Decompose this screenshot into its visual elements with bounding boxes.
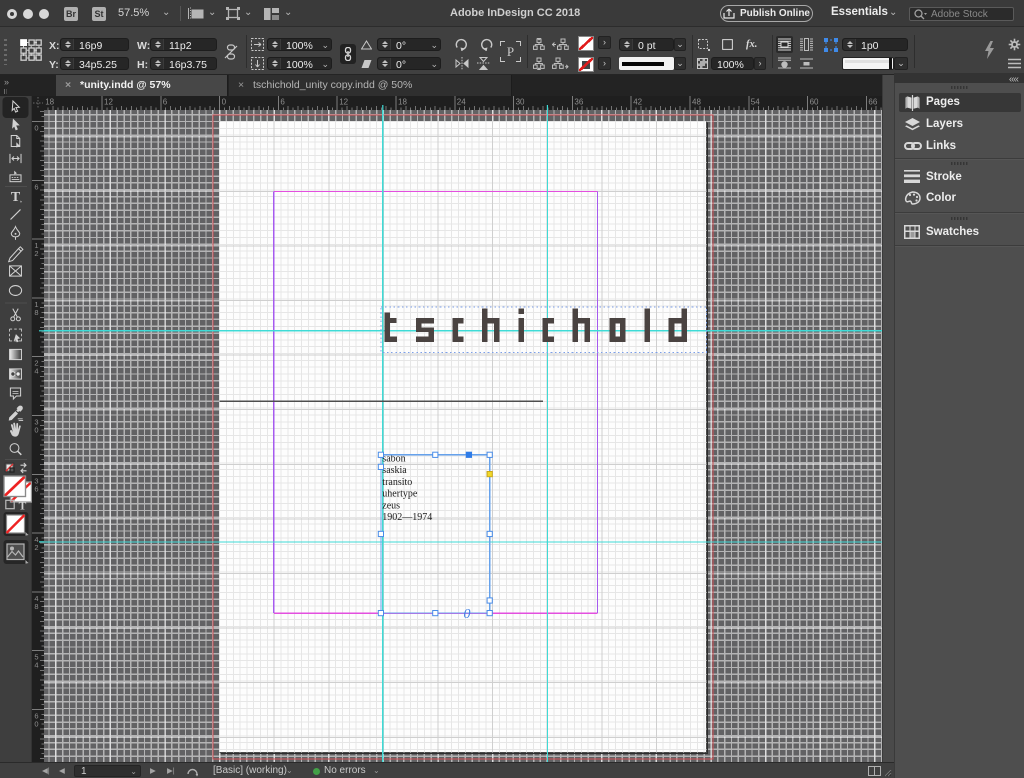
svg-text:48: 48 (692, 98, 701, 107)
svg-text:2: 2 (34, 543, 38, 552)
svg-text:4: 4 (34, 661, 38, 670)
svg-text:T: T (11, 190, 21, 205)
svg-text:0: 0 (34, 426, 38, 435)
svg-text:8: 8 (34, 308, 38, 317)
svg-text:4: 4 (34, 367, 38, 376)
svg-text:8: 8 (34, 602, 38, 611)
svg-text:24: 24 (457, 98, 466, 107)
svg-text:uhertype: uhertype (382, 489, 418, 500)
svg-text:1902—1974: 1902—1974 (382, 512, 432, 523)
svg-text:saskia: saskia (382, 465, 407, 476)
svg-text:P: P (507, 44, 514, 59)
svg-text:6: 6 (34, 182, 38, 191)
svg-text:zeus: zeus (382, 500, 400, 511)
svg-text:2: 2 (34, 249, 38, 258)
svg-text:36: 36 (574, 98, 583, 107)
svg-text:transito: transito (382, 477, 412, 488)
svg-text:66: 66 (868, 98, 877, 107)
svg-text:12: 12 (104, 98, 113, 107)
svg-text:18: 18 (45, 98, 54, 107)
svg-text:0: 0 (34, 720, 38, 729)
svg-text:60: 60 (810, 98, 819, 107)
svg-text:6: 6 (280, 98, 285, 107)
svg-text:6: 6 (163, 98, 168, 107)
svg-text:0: 0 (222, 98, 227, 107)
svg-text:T: T (19, 501, 27, 513)
svg-text:30: 30 (516, 98, 525, 107)
svg-text:0: 0 (34, 124, 38, 133)
svg-text:0: 0 (464, 607, 471, 622)
svg-text:54: 54 (751, 98, 760, 107)
svg-text:18: 18 (398, 98, 407, 107)
svg-text:6: 6 (34, 484, 38, 493)
svg-text:42: 42 (633, 98, 642, 107)
svg-text:12: 12 (339, 98, 348, 107)
